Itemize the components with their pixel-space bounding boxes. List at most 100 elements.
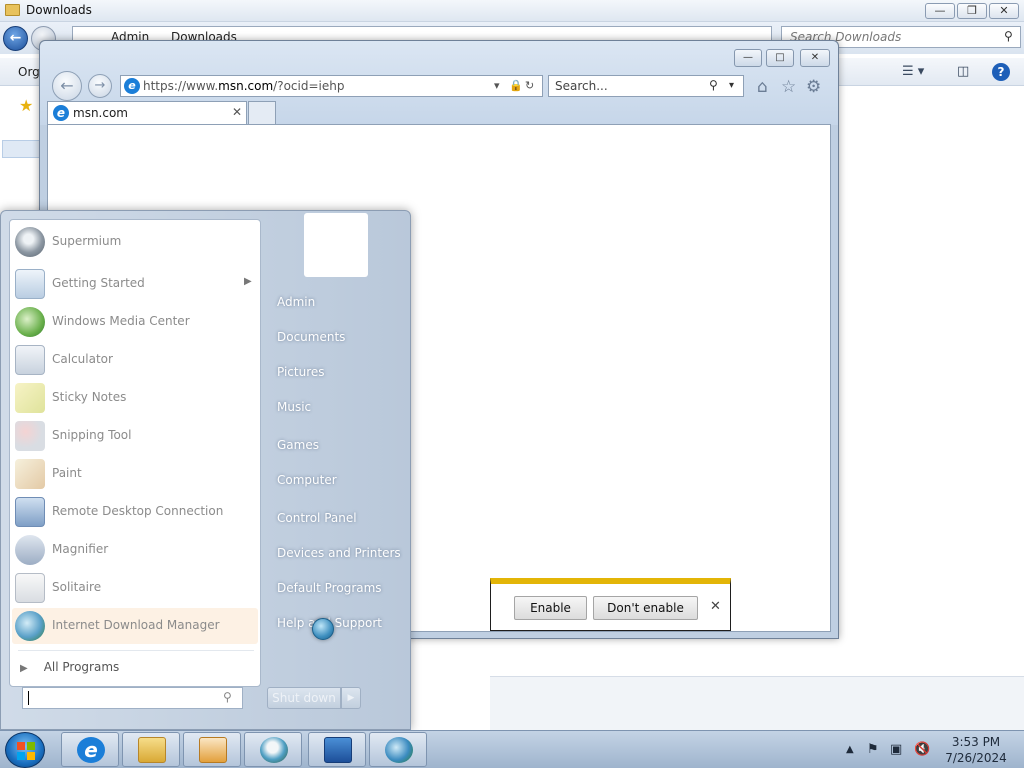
view-options-icon[interactable]: ☰ ▾: [902, 64, 924, 79]
explorer-close-button[interactable]: ✕: [989, 3, 1019, 19]
start-link-control-panel[interactable]: Control Panel: [277, 511, 357, 525]
program-label: Paint: [52, 466, 82, 480]
start-button[interactable]: [5, 732, 45, 768]
remote-desktop-icon: [15, 497, 45, 527]
taskbar-idm[interactable]: [369, 732, 427, 767]
all-programs-button[interactable]: ▶ All Programs: [20, 660, 119, 674]
program-label: Getting Started: [52, 276, 145, 290]
refresh-icon[interactable]: ↻: [525, 79, 534, 92]
close-icon[interactable]: ✕: [710, 599, 721, 614]
program-label: Windows Media Center: [52, 314, 190, 328]
store-icon: [324, 737, 352, 763]
explorer-minimize-button[interactable]: —: [925, 3, 955, 19]
program-item-paint[interactable]: Paint: [12, 456, 258, 492]
program-item-media-center[interactable]: Windows Media Center: [12, 304, 258, 340]
internet-explorer-icon: e: [77, 737, 105, 763]
program-item-calculator[interactable]: Calculator: [12, 342, 258, 378]
preview-pane-icon[interactable]: ◫: [957, 64, 969, 79]
start-link-computer[interactable]: Computer: [277, 473, 337, 487]
calculator-icon: [15, 345, 45, 375]
ie-tab-icon: e: [53, 105, 69, 121]
url-rest: /?ocid=iehp: [273, 79, 345, 93]
settings-gear-icon[interactable]: ⚙: [806, 77, 821, 97]
show-hidden-icons-arrow-icon[interactable]: ▲: [846, 744, 854, 755]
program-label: Solitaire: [52, 580, 102, 594]
search-icon[interactable]: ⚲: [709, 78, 718, 92]
help-icon[interactable]: ?: [992, 63, 1010, 81]
windows-logo-icon: [17, 742, 35, 760]
folder-icon: [5, 4, 20, 16]
text-caret: [28, 691, 29, 705]
action-center-flag-icon[interactable]: ⚑: [867, 742, 879, 757]
program-item-magnifier[interactable]: Magnifier: [12, 532, 258, 568]
program-label: Calculator: [52, 352, 113, 366]
solitaire-icon: [15, 573, 45, 603]
start-menu: Supermium Getting Started ▶ Windows Medi…: [0, 210, 411, 730]
favorites-star-icon[interactable]: ☆: [781, 77, 796, 97]
program-label: Snipping Tool: [52, 428, 132, 442]
start-search-input[interactable]: ⚲: [22, 687, 243, 709]
ie-close-button[interactable]: ✕: [800, 49, 830, 67]
start-link-admin[interactable]: Admin: [277, 295, 315, 309]
nav-pane-selected-item[interactable]: [2, 140, 40, 158]
start-menu-programs-pane: Supermium Getting Started ▶ Windows Medi…: [9, 219, 261, 687]
magnifier-icon: [15, 535, 45, 565]
favorites-star-icon[interactable]: ★: [19, 96, 33, 115]
explorer-titlebar: Downloads — ❐ ✕: [0, 0, 1024, 22]
program-label: Sticky Notes: [52, 390, 127, 404]
sticky-notes-icon: [15, 383, 45, 413]
explorer-restore-button[interactable]: ❐: [957, 3, 987, 19]
program-item-supermium[interactable]: Supermium: [12, 224, 258, 260]
start-link-devices-printers[interactable]: Devices and Printers: [277, 546, 401, 560]
ie-forward-button[interactable]: →: [88, 74, 112, 98]
user-picture[interactable]: [304, 213, 368, 277]
program-item-sticky-notes[interactable]: Sticky Notes: [12, 380, 258, 416]
tab-close-icon[interactable]: ✕: [232, 105, 242, 119]
start-link-games[interactable]: Games: [277, 438, 319, 452]
start-menu-links-pane: Admin Documents Pictures Music Games Com…: [267, 211, 411, 731]
enable-button[interactable]: Enable: [514, 596, 587, 620]
home-icon[interactable]: ⌂: [757, 77, 768, 97]
program-item-getting-started[interactable]: Getting Started ▶: [12, 266, 258, 302]
start-link-music[interactable]: Music: [277, 400, 311, 414]
expand-arrow-icon: ▶: [20, 663, 28, 674]
ie-new-tab-button[interactable]: [248, 101, 276, 124]
explorer-back-button[interactable]: ←: [3, 26, 28, 51]
taskbar-media-player[interactable]: [183, 732, 241, 767]
search-dropdown-icon[interactable]: ▾: [729, 80, 734, 91]
volume-muted-icon[interactable]: 🔇: [914, 742, 930, 757]
ie-back-button[interactable]: ←: [52, 71, 82, 101]
ie-url[interactable]: https://www.msn.com/?ocid=iehp: [143, 79, 344, 93]
taskbar-windows-explorer[interactable]: [122, 732, 180, 767]
ie-tab-msn[interactable]: e msn.com ✕: [47, 101, 247, 124]
ie-search-input[interactable]: Search... ⚲ ▾: [548, 75, 744, 97]
taskbar-clock[interactable]: 3:53 PM 7/26/2024: [940, 734, 1012, 766]
start-link-default-programs[interactable]: Default Programs: [277, 581, 382, 595]
ie-address-bar[interactable]: e https://www.msn.com/?ocid=iehp ▾ 🔒 ↻: [120, 75, 543, 97]
getting-started-icon: [15, 269, 45, 299]
program-item-snipping-tool[interactable]: Snipping Tool: [12, 418, 258, 454]
ie-minimize-button[interactable]: —: [734, 49, 762, 67]
taskbar: e ▲ ⚑ ▣ 🔇 3:53 PM 7/26/2024: [0, 730, 1024, 768]
start-link-documents[interactable]: Documents: [277, 330, 345, 344]
url-domain: msn.com: [218, 79, 274, 93]
program-item-remote-desktop[interactable]: Remote Desktop Connection: [12, 494, 258, 530]
program-label: Magnifier: [52, 542, 109, 556]
ie-maximize-button[interactable]: □: [766, 49, 794, 67]
supermium-icon: [260, 737, 288, 763]
ie-page-icon: e: [124, 78, 140, 94]
organize-button[interactable]: Org: [18, 65, 40, 79]
network-icon[interactable]: ▣: [890, 742, 902, 757]
taskbar-store[interactable]: [308, 732, 366, 767]
dropdown-arrow-icon[interactable]: ▾: [494, 79, 500, 92]
lock-icon[interactable]: 🔒: [509, 79, 523, 92]
program-item-solitaire[interactable]: Solitaire: [12, 570, 258, 606]
program-item-idm[interactable]: Internet Download Manager: [12, 608, 258, 644]
start-link-pictures[interactable]: Pictures: [277, 365, 325, 379]
dont-enable-button[interactable]: Don't enable: [593, 596, 698, 620]
shutdown-options-arrow-icon[interactable]: ▶: [341, 687, 361, 709]
taskbar-supermium[interactable]: [244, 732, 302, 767]
shutdown-button[interactable]: Shut down: [267, 687, 341, 709]
taskbar-internet-explorer[interactable]: e: [61, 732, 119, 767]
explorer-title: Downloads: [26, 3, 92, 17]
